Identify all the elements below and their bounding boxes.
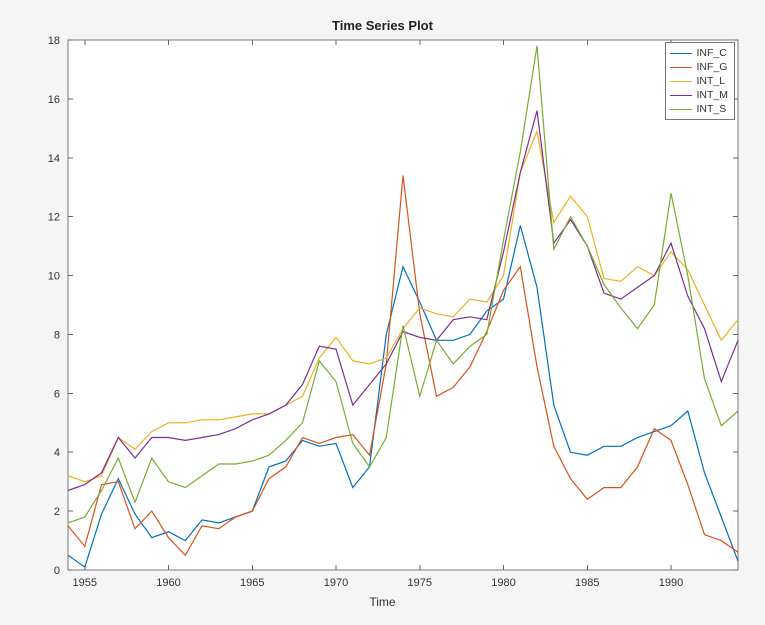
x-tick-label: 1965: [240, 577, 264, 589]
y-tick-label: 16: [48, 94, 60, 106]
x-tick-label: 1960: [156, 577, 180, 589]
chart-figure: Time Series Plot 02468101214161819551960…: [0, 0, 765, 625]
y-tick-label: 2: [54, 506, 60, 518]
y-tick-label: 6: [54, 388, 60, 400]
y-tick-label: 4: [54, 447, 60, 459]
x-tick-label: 1980: [491, 577, 515, 589]
x-tick-label: 1955: [73, 577, 97, 589]
legend-label: INT_M: [697, 89, 729, 101]
y-tick-label: 0: [54, 565, 60, 577]
y-tick-label: 18: [48, 35, 60, 47]
legend-label: INT_S: [697, 103, 727, 115]
legend-swatch: [670, 53, 692, 54]
legend-entry: INF_C: [670, 46, 729, 60]
plot-area: 0 2 4 6 8 10 12 14 16 18 1955 1960 1965 1970 1975 1980 1…: [0, 0, 765, 625]
legend-entry: INT_L: [670, 74, 729, 88]
legend-entry: INF_G: [670, 60, 729, 74]
legend-label: INT_L: [697, 75, 726, 87]
y-tick-label: 14: [48, 153, 60, 165]
x-tick-label: 1975: [408, 577, 432, 589]
legend-entry: INT_M: [670, 88, 729, 102]
y-tick-label: 10: [48, 271, 60, 283]
x-tick-label: 1970: [324, 577, 348, 589]
y-tick-label: 12: [48, 212, 60, 224]
legend-swatch: [670, 95, 692, 96]
legend-entry: INT_S: [670, 102, 729, 116]
x-axis-label: Time: [0, 595, 765, 609]
legend: INF_C INF_G INT_L INT_M INT_S: [665, 42, 736, 120]
legend-swatch: [670, 67, 692, 68]
x-tick-label: 1990: [659, 577, 683, 589]
legend-label: INF_G: [697, 61, 728, 73]
legend-swatch: [670, 109, 692, 110]
y-tick-label: 8: [54, 329, 60, 341]
legend-swatch: [670, 81, 692, 82]
legend-label: INF_C: [697, 47, 727, 59]
x-tick-label: 1985: [575, 577, 599, 589]
